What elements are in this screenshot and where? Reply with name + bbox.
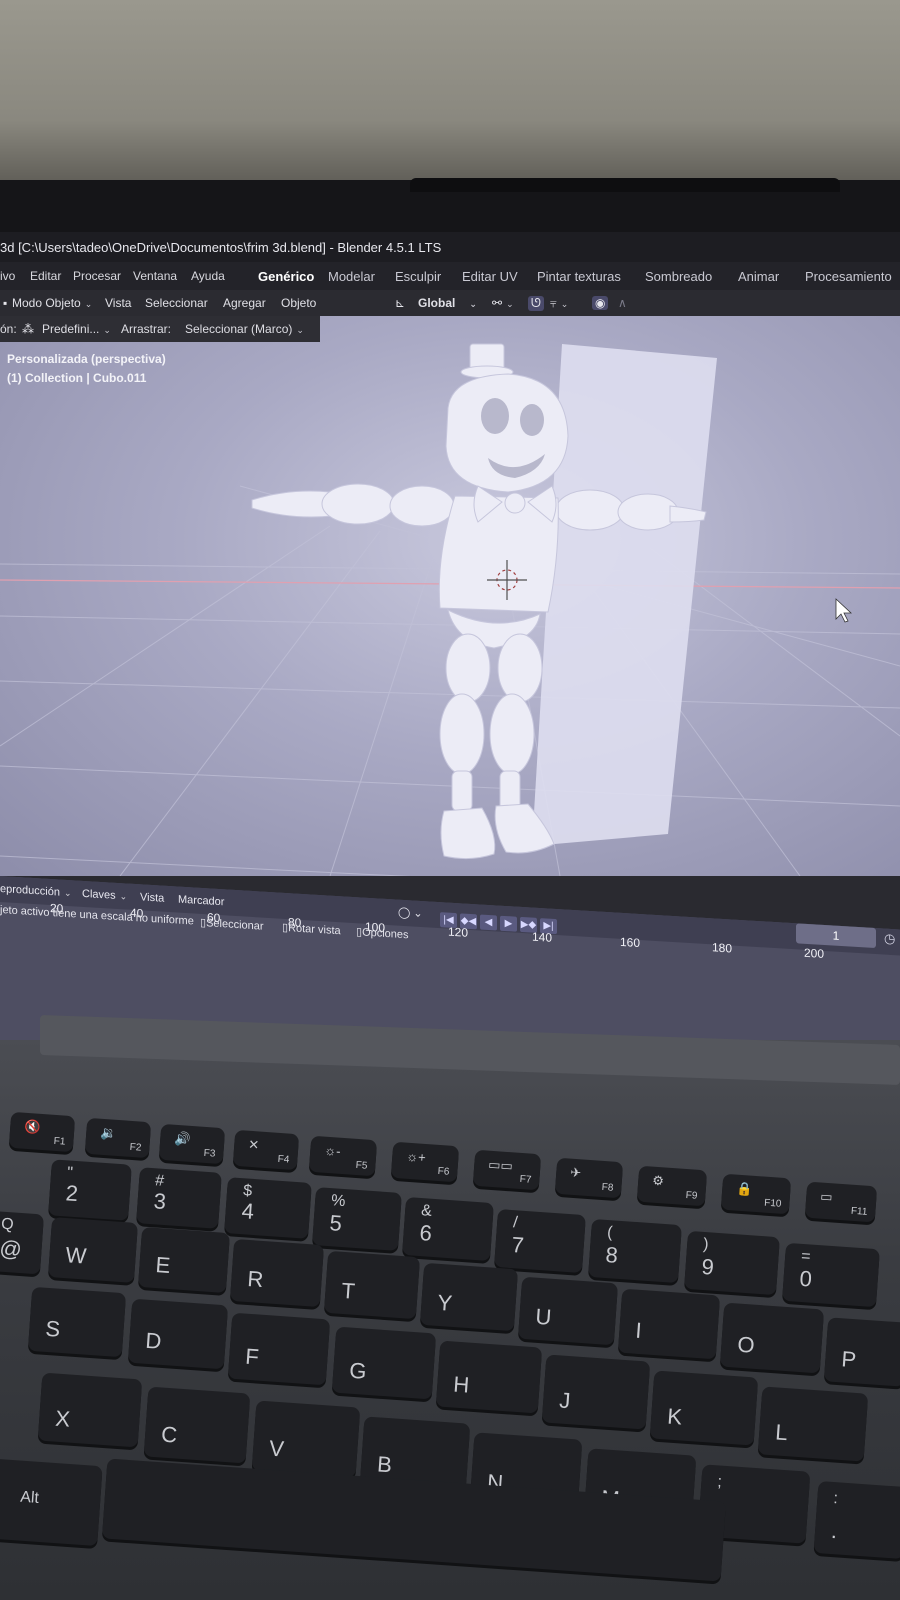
key-c[interactable]: C bbox=[143, 1386, 251, 1464]
key-7[interactable]: /7 bbox=[494, 1209, 586, 1273]
key-f5[interactable]: ☼- F5 bbox=[308, 1135, 378, 1177]
keyboard: 🔇 F1 🔉 F2 🔊 F3 ✕ F4 ☼- F5 ☼+ F6 ▭▭ F7 ✈ F8 ⚙ F9 🔒… bbox=[0, 0, 900, 1600]
key-2[interactable]: " 2 bbox=[48, 1159, 132, 1221]
key-h[interactable]: H bbox=[435, 1340, 543, 1414]
key-f11[interactable]: ▭ F11 bbox=[804, 1181, 878, 1223]
key-8[interactable]: (8 bbox=[588, 1218, 682, 1284]
key-f4[interactable]: ✕ F4 bbox=[232, 1129, 300, 1171]
key-f10[interactable]: 🔒 F10 bbox=[720, 1173, 792, 1215]
key-k[interactable]: K bbox=[649, 1370, 759, 1446]
key-u[interactable]: U bbox=[517, 1276, 619, 1346]
key-6[interactable]: & 6 bbox=[402, 1197, 494, 1261]
key-t[interactable]: T bbox=[323, 1250, 421, 1320]
key-i[interactable]: I bbox=[617, 1288, 721, 1360]
key-5[interactable]: % 5 bbox=[312, 1187, 402, 1251]
key-f[interactable]: F bbox=[227, 1312, 331, 1386]
key-r[interactable]: R bbox=[229, 1238, 325, 1308]
key-9[interactable]: ) 9 bbox=[684, 1230, 780, 1296]
key-y[interactable]: Y bbox=[419, 1262, 519, 1332]
key-f8[interactable]: ✈ F8 bbox=[554, 1157, 624, 1199]
key-w[interactable]: W bbox=[48, 1217, 138, 1283]
key-4[interactable]: $4 bbox=[224, 1177, 312, 1239]
key-f6[interactable]: ☼+ F6 bbox=[390, 1141, 460, 1183]
key-s[interactable]: S bbox=[27, 1286, 127, 1358]
key-o[interactable]: O bbox=[719, 1302, 825, 1374]
key-p[interactable]: P bbox=[823, 1317, 900, 1387]
key-l[interactable]: L bbox=[757, 1386, 869, 1462]
key-f9[interactable]: ⚙ F9 bbox=[636, 1165, 708, 1207]
key-colon[interactable]: :. bbox=[813, 1480, 900, 1560]
key-v[interactable]: V bbox=[251, 1400, 361, 1478]
key-d[interactable]: D bbox=[127, 1298, 229, 1370]
key-3[interactable]: #3 bbox=[136, 1167, 222, 1229]
key-f3[interactable]: 🔊 F3 bbox=[158, 1123, 226, 1165]
key-g[interactable]: G bbox=[331, 1326, 437, 1400]
key-f2[interactable]: 🔉 F2 bbox=[84, 1117, 152, 1159]
key-f7[interactable]: ▭▭ F7 bbox=[472, 1149, 542, 1191]
key-e[interactable]: E bbox=[138, 1227, 230, 1293]
key-q[interactable]: Q @ bbox=[0, 1209, 45, 1275]
key-f1[interactable]: 🔇 F1 bbox=[8, 1111, 76, 1153]
key-0[interactable]: = 0 bbox=[782, 1242, 880, 1308]
key-x[interactable]: X bbox=[37, 1372, 143, 1448]
key-alt[interactable]: Alt bbox=[0, 1457, 103, 1547]
key-j[interactable]: J bbox=[541, 1354, 651, 1430]
